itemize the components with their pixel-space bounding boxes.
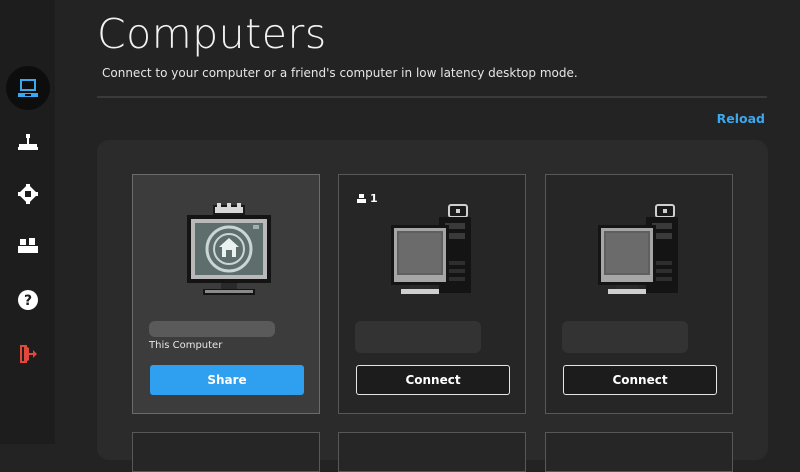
page-title: Computers <box>97 10 327 58</box>
sidebar-item-games[interactable] <box>6 120 50 164</box>
logout-icon <box>20 345 37 363</box>
home-computer-icon <box>187 203 271 295</box>
user-count: 1 <box>357 192 378 205</box>
computer-card-row2-3 <box>545 432 733 472</box>
user-icon <box>357 194 366 203</box>
gear-icon <box>18 184 38 204</box>
svg-text:?: ? <box>24 293 32 309</box>
reload-button[interactable]: Reload <box>717 111 765 126</box>
user-count-value: 1 <box>370 192 378 205</box>
sidebar-item-settings[interactable] <box>6 172 50 216</box>
computer-name-placeholder <box>149 321 275 337</box>
share-button[interactable]: Share <box>150 365 304 395</box>
sidebar-item-friends[interactable] <box>6 224 50 268</box>
computer-name-placeholder <box>562 321 688 353</box>
connect-button[interactable]: Connect <box>563 365 717 395</box>
connect-button[interactable]: Connect <box>356 365 510 395</box>
computer-card-self: This Computer Share <box>132 174 320 414</box>
sidebar-item-computers[interactable] <box>6 66 50 110</box>
divider <box>97 96 767 98</box>
sidebar: ? <box>0 0 55 444</box>
page-subtitle: Connect to your computer or a friend's c… <box>102 66 578 80</box>
desktop-computer-icon <box>391 204 471 294</box>
computer-card-row2-1 <box>132 432 320 472</box>
sidebar-item-help[interactable]: ? <box>6 278 50 322</box>
computer-card-friend-1: 1 Connect <box>338 174 526 414</box>
help-icon: ? <box>18 290 38 310</box>
computer-name-placeholder <box>355 321 481 353</box>
desktop-computer-icon <box>598 204 678 294</box>
joystick-icon <box>18 134 38 150</box>
computer-card-row2-2 <box>338 432 526 472</box>
friends-icon <box>18 238 38 253</box>
computer-icon <box>18 79 38 97</box>
computer-card-friend-2: Connect <box>545 174 733 414</box>
this-computer-label: This Computer <box>149 340 223 351</box>
sidebar-item-logout[interactable] <box>6 332 50 376</box>
